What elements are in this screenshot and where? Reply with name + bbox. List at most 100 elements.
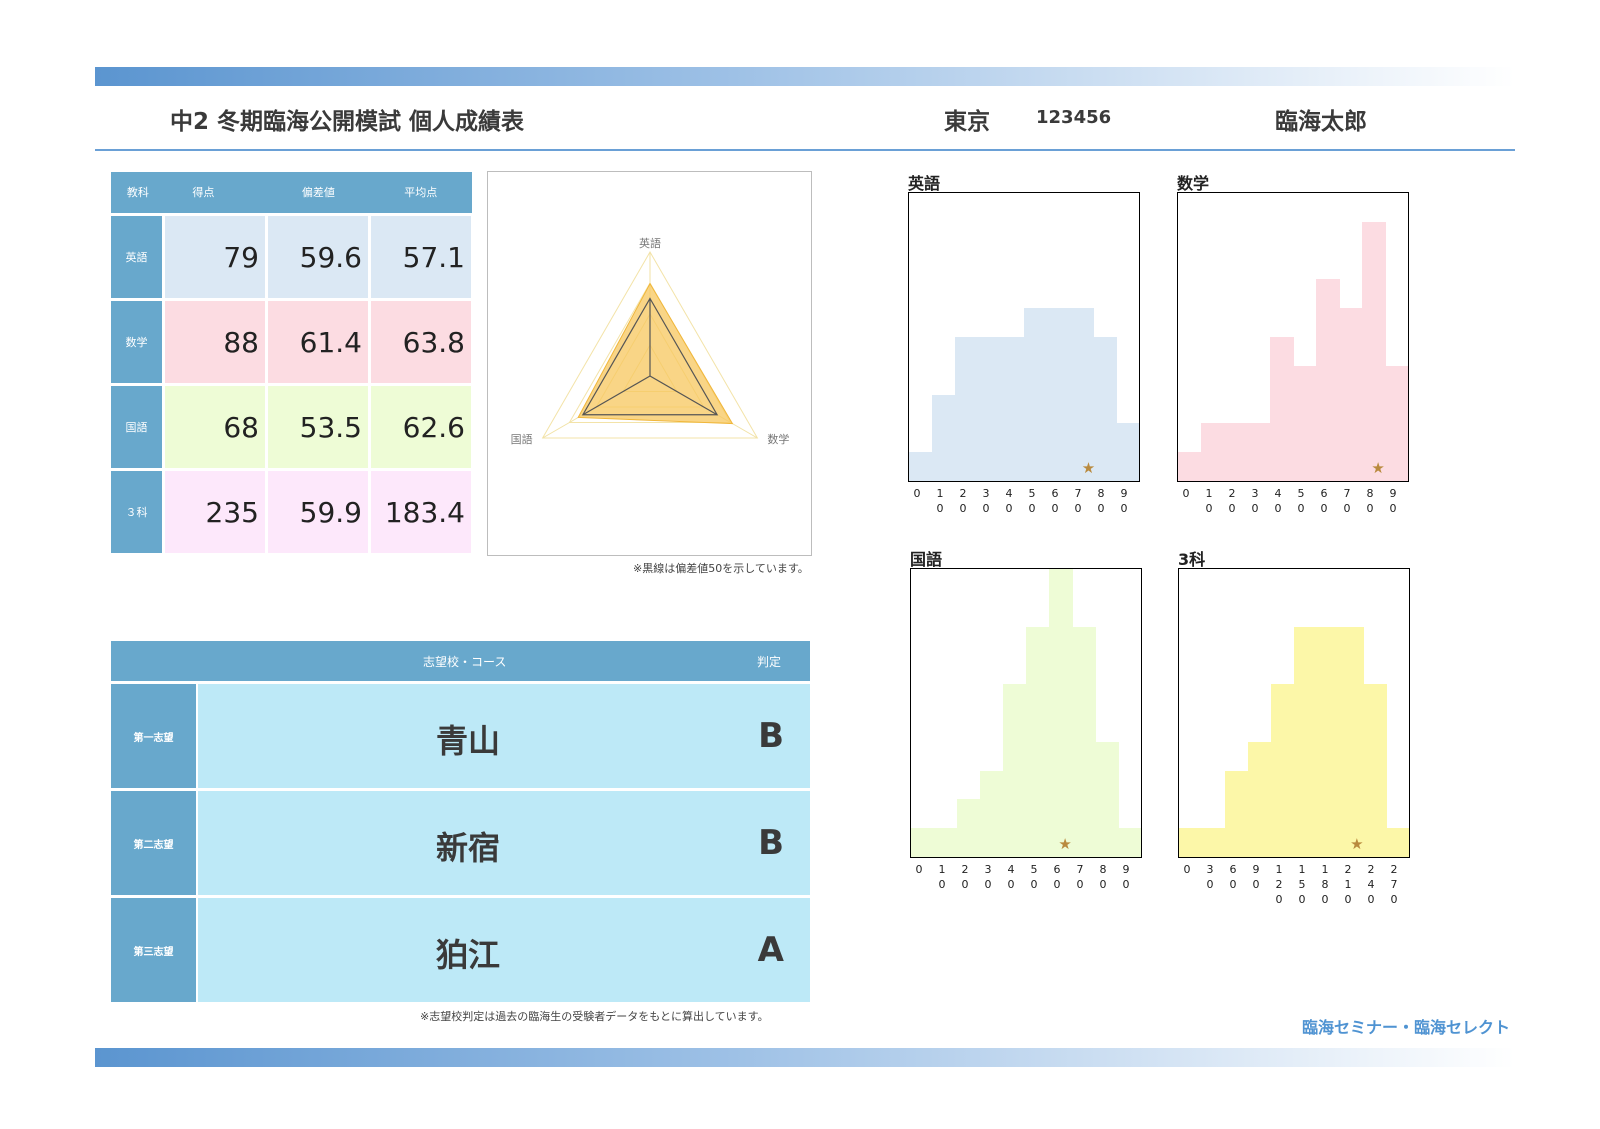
histogram-bar — [1362, 221, 1386, 481]
school-name: 青山 — [435, 722, 500, 760]
histogram-tick-label: 20 — [959, 487, 967, 515]
histogram-plot: ★ — [1177, 192, 1409, 482]
judgement-grade: B — [758, 716, 784, 756]
subject-label: ３科 — [111, 471, 162, 553]
subject-label: 数学 — [111, 301, 162, 383]
preference-row-3: 第三志望 狛江 A — [111, 898, 810, 1002]
histogram-bar — [1202, 828, 1226, 857]
histogram-bar — [1385, 365, 1408, 481]
col-average: 平均点 — [404, 186, 438, 199]
histogram-bar — [955, 337, 979, 481]
histogram-bar — [1072, 626, 1096, 857]
histogram-tick-label: 30 — [1206, 863, 1214, 891]
average-value: 183.4 — [371, 471, 471, 553]
histogram-bar — [1024, 308, 1048, 481]
radar-chart: 英語数学 国語 — [511, 236, 790, 446]
school-name: 新宿 — [435, 829, 500, 867]
deviation-value: 61.4 — [268, 301, 368, 383]
histogram-bar — [932, 394, 956, 481]
top-decor-band — [95, 67, 1515, 86]
preference-label: 第一志望 — [111, 684, 196, 788]
report-title: 中2 冬期臨海公開模試 個人成績表 — [170, 109, 525, 135]
col-subject: 教科 — [126, 186, 149, 199]
score-table-header: 教科 得点 偏差値 平均点 — [111, 172, 472, 213]
region-name: 東京 — [944, 109, 990, 135]
histogram-bar — [1271, 684, 1295, 857]
histogram-x-axis: 0 10 20 30 40 50 60 70 80 90 — [1177, 482, 1409, 532]
radar-axis-label: 国語 — [511, 432, 533, 446]
histogram-tick-label: 270 — [1390, 863, 1398, 906]
preference-body: 狛江 A — [198, 898, 810, 1002]
histogram-tick-label: 30 — [982, 487, 990, 515]
col-score: 得点 — [192, 186, 215, 199]
histogram-tick-label: 0 — [915, 863, 923, 876]
histogram-plot: ★ — [908, 192, 1140, 482]
col-deviation: 偏差値 — [301, 186, 335, 199]
judgement-grade: B — [758, 823, 784, 863]
histogram-bar — [1116, 423, 1139, 481]
student-score-marker-icon: ★ — [1058, 835, 1072, 853]
histogram-bar — [1179, 828, 1203, 857]
histogram-bar — [1294, 626, 1318, 857]
histogram-tick-label: 70 — [1076, 863, 1084, 891]
histogram-english: 英語 ★ 0 10 20 30 40 50 60 70 80 90 — [908, 170, 1140, 532]
average-value: 57.1 — [371, 216, 471, 298]
radar-deviation-area — [577, 282, 734, 425]
histogram-bar — [957, 799, 981, 857]
score-row-english: 英語 79 59.6 57.1 — [111, 216, 472, 298]
score-value: 235 — [165, 471, 265, 553]
average-value: 63.8 — [371, 301, 471, 383]
histogram-bar — [1047, 308, 1071, 481]
preference-row-1: 第一志望 青山 B — [111, 684, 810, 788]
score-value: 88 — [165, 301, 265, 383]
preference-table: 志望校・コース 判定 第一志望 青山 B 第二志望 新宿 B 第三志望 狛江 A — [111, 641, 810, 1002]
histogram-tick-label: 20 — [1228, 487, 1236, 515]
histogram-tick-label: 30 — [984, 863, 992, 891]
student-score-marker-icon: ★ — [1350, 835, 1364, 853]
histogram-plot: ★ — [910, 568, 1142, 858]
histogram-bar — [1270, 337, 1294, 481]
preference-body: 新宿 B — [198, 791, 810, 895]
student-id: 123456 — [1036, 107, 1112, 128]
histogram-tick-label: 60 — [1053, 863, 1061, 891]
student-score-marker-icon: ★ — [1371, 459, 1385, 477]
histogram-tick-label: 30 — [1251, 487, 1259, 515]
histogram-plot: ★ — [1178, 568, 1410, 858]
histogram-bar — [1339, 308, 1363, 481]
score-row-math: 数学 88 61.4 63.8 — [111, 301, 472, 383]
average-value: 62.6 — [371, 386, 471, 468]
deviation-value: 59.6 — [268, 216, 368, 298]
histogram-bar — [1026, 626, 1050, 857]
histogram-bar — [1093, 337, 1117, 481]
histogram-x-axis: 0 10 20 30 40 50 60 70 80 90 — [908, 482, 1140, 532]
histogram-bar — [1248, 741, 1272, 857]
histogram-tick-label: 90 — [1120, 487, 1128, 515]
histogram-x-axis: 0 30 60 90 120 150 180 210 240 270 — [1178, 858, 1410, 908]
histogram-tick-label: 50 — [1297, 487, 1305, 515]
histogram-tick-label: 70 — [1074, 487, 1082, 515]
histogram-bar — [980, 770, 1004, 857]
histogram-tick-label: 120 — [1275, 863, 1283, 906]
histogram-title: 数学 — [1177, 174, 1210, 193]
histogram-total: 3科 ★ 0 30 60 90 120 150 180 210 240 270 — [1178, 546, 1410, 908]
bottom-decor-band — [95, 1048, 1515, 1067]
histogram-bar — [1118, 828, 1141, 857]
histogram-tick-label: 10 — [1205, 487, 1213, 515]
histogram-japanese: 国語 ★ 0 10 20 30 40 50 60 70 80 90 — [910, 546, 1142, 908]
preference-header: 志望校・コース 判定 — [111, 641, 810, 681]
histogram-title: 国語 — [910, 550, 943, 569]
histogram-title: 3科 — [1178, 550, 1206, 569]
histogram-bar — [1225, 770, 1249, 857]
preference-note: ※志望校判定は過去の臨海生の受験者データをもとに算出しています。 — [420, 1010, 769, 1023]
deviation-value: 53.5 — [268, 386, 368, 468]
histogram-bar — [1247, 423, 1271, 481]
histogram-tick-label: 0 — [913, 487, 921, 500]
header-divider — [95, 149, 1515, 151]
preference-row-2: 第二志望 新宿 B — [111, 791, 810, 895]
judgement-grade: A — [757, 930, 784, 970]
histogram-tick-label: 210 — [1344, 863, 1352, 906]
histogram-bar — [1386, 828, 1409, 857]
radar-axis-label: 英語 — [639, 236, 661, 250]
histogram-tick-label: 20 — [961, 863, 969, 891]
histogram-bar — [1316, 279, 1340, 481]
